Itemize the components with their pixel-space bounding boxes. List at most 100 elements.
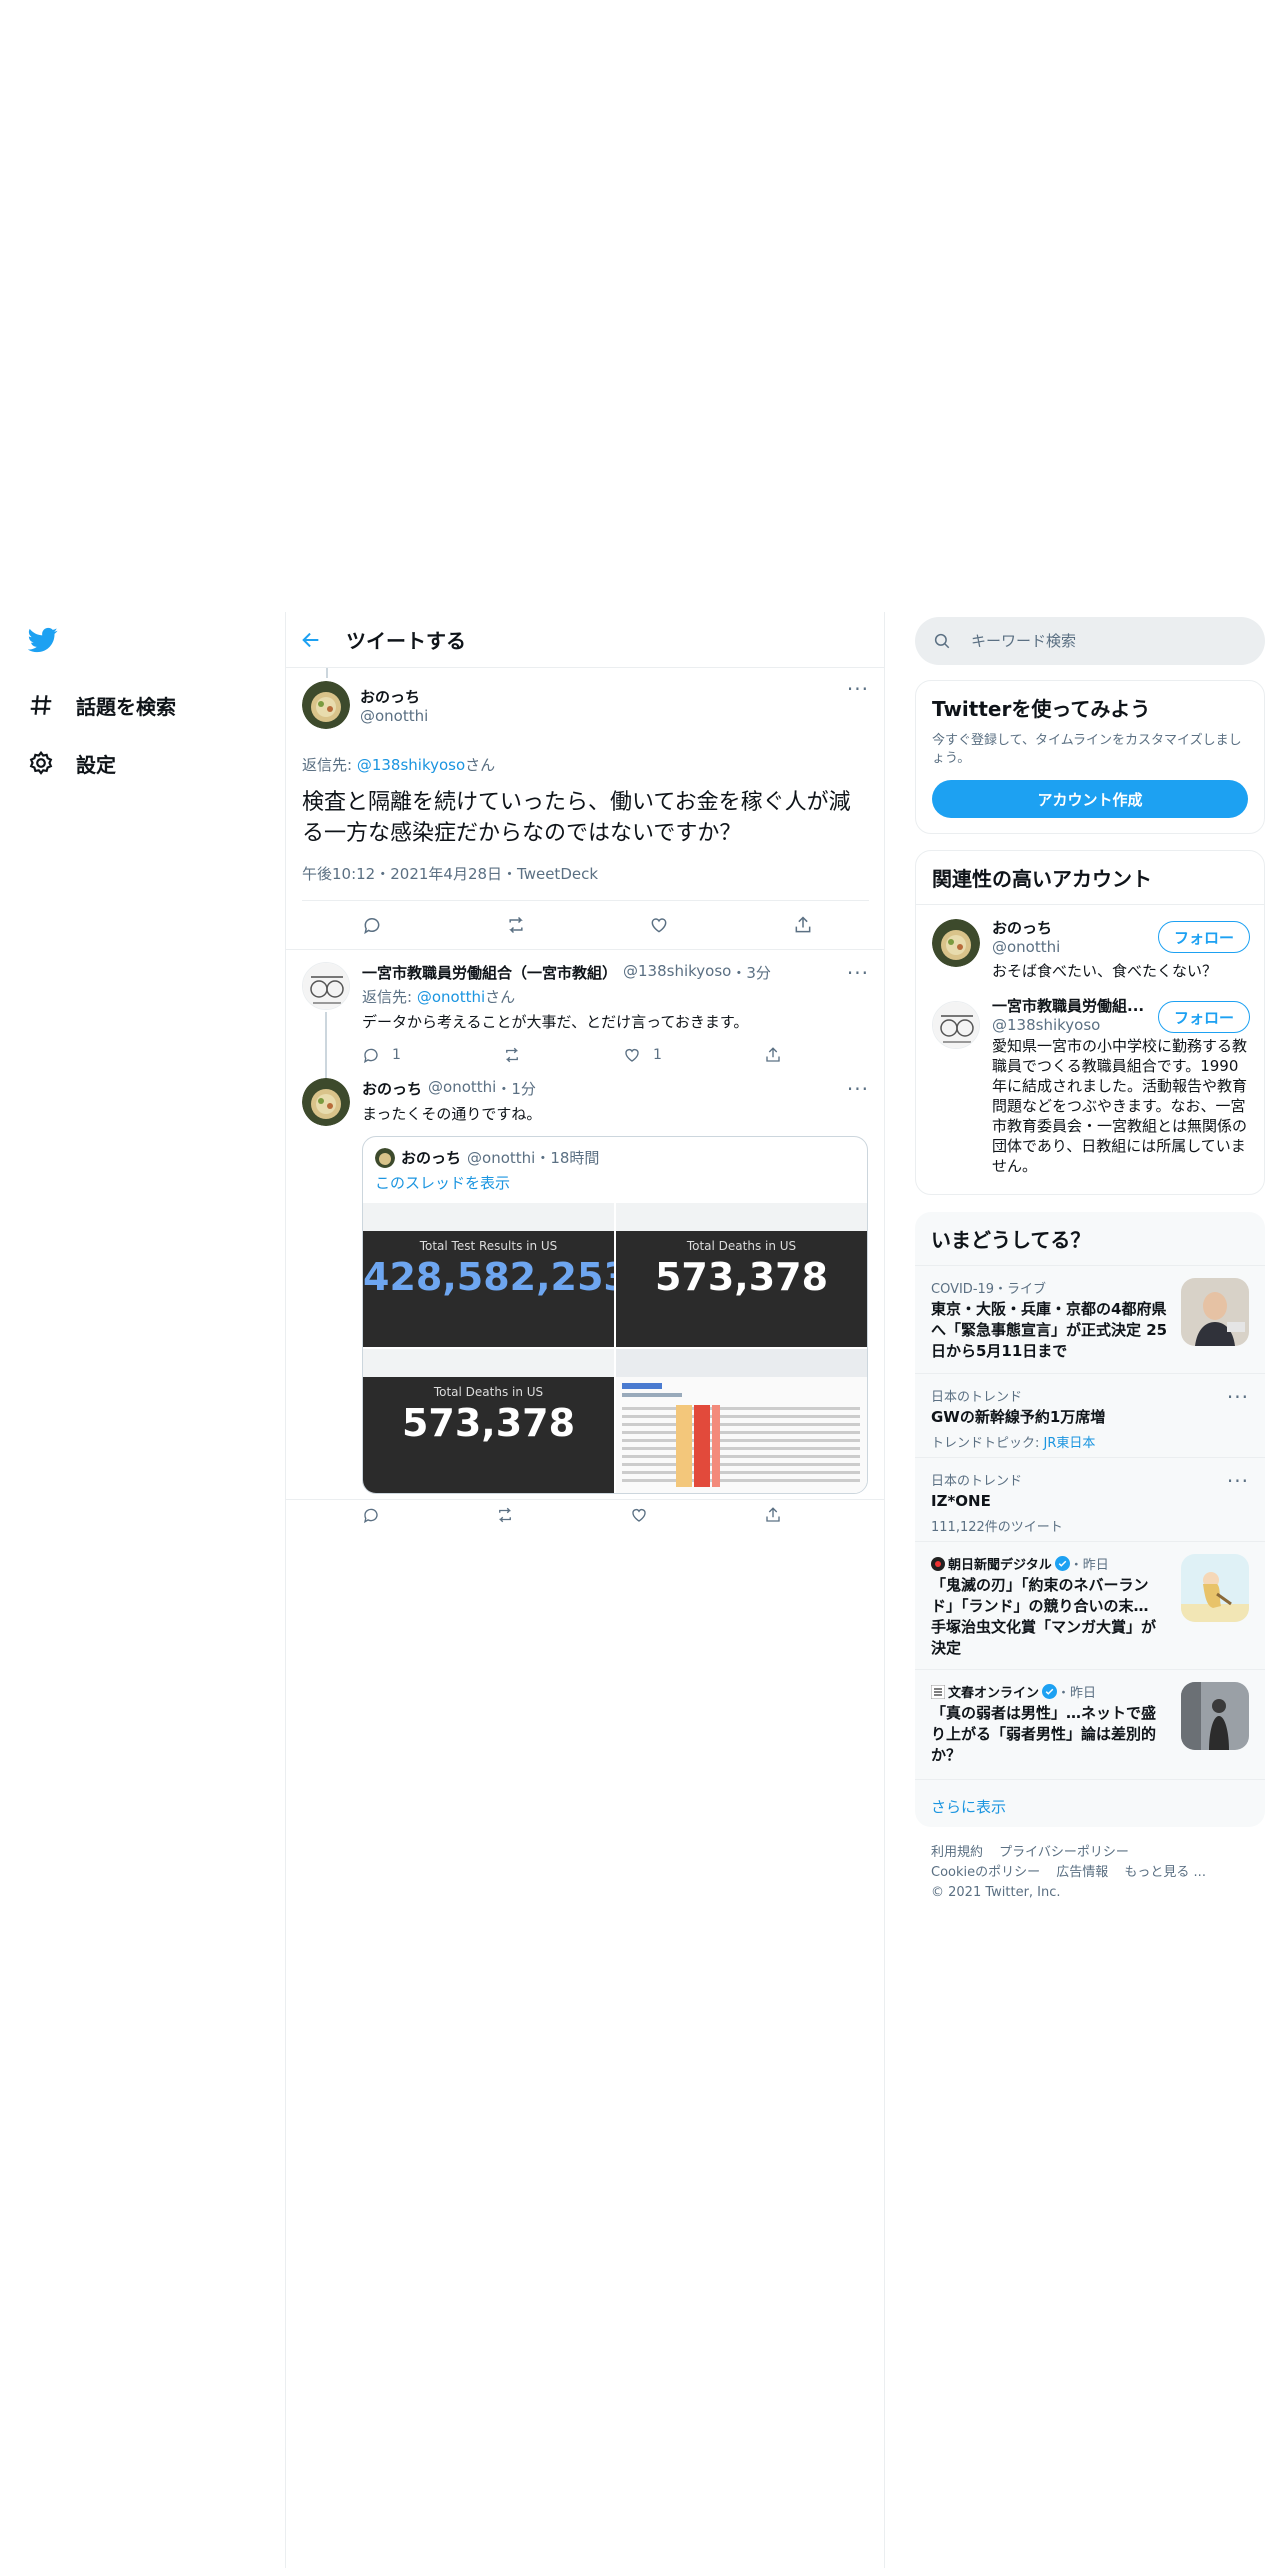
search-input[interactable]: [971, 632, 1251, 650]
author-handle[interactable]: @onotthi: [360, 707, 428, 725]
account-row[interactable]: おのっち @onotthi フォロー おそば食べたい、食べたくない？: [916, 904, 1264, 991]
nav-explore-label: 話題を検索: [76, 694, 176, 719]
ramen-avatar-icon: [302, 681, 350, 729]
account-name[interactable]: 一宮市教職員労働組...: [992, 995, 1152, 1016]
reply-to-link[interactable]: @onotthi: [417, 988, 485, 1006]
reply-tweet[interactable]: 一宮市教職員労働組合（一宮市教組） @138shikyoso ・ 3分 ··· …: [286, 950, 885, 1090]
more-options-icon[interactable]: ···: [1227, 1387, 1249, 1407]
trend-item[interactable]: 文春オンライン ・昨日 「真の弱者は男性」…ネットで盛り上がる「弱者男性」論は差…: [915, 1669, 1265, 1779]
trends-card: いまどうしてる？ COVID-19・ライブ 東京・大阪・兵庫・京都の4都府県へ「…: [915, 1212, 1265, 1827]
signup-card: Twitterを使ってみよう 今すぐ登録して、タイムラインをカスタマイズしましょ…: [915, 680, 1265, 834]
asahi-logo-icon: [931, 1556, 945, 1571]
image-label: Total Deaths in US: [433, 1385, 544, 1399]
reply-prefix: 返信先:: [362, 988, 417, 1006]
trend-title: IZ*ONE: [931, 1492, 991, 1510]
relevant-accounts-card: 関連性の高いアカウント おのっち @onotthi フォロー おそば食べたい、食…: [915, 850, 1265, 1195]
share-icon[interactable]: [764, 1506, 782, 1524]
footer-ads-link[interactable]: 広告情報: [1056, 1865, 1108, 1880]
more-options-icon[interactable]: ···: [847, 963, 869, 983]
show-thread-link[interactable]: このスレッドを表示: [363, 1168, 867, 1203]
twitter-logo[interactable]: [28, 618, 268, 662]
trend-sub: トレンドトピック: JR東日本: [931, 1432, 1249, 1451]
reply-suffix: さん: [485, 988, 516, 1006]
quote-avatar-icon: [375, 1147, 395, 1168]
trend-item[interactable]: 日本のトレンド GWの新幹線予約1万席増 トレンドトピック: JR東日本 ···: [915, 1373, 1265, 1457]
thread-line: [326, 668, 328, 678]
tweet-time[interactable]: 3分: [746, 962, 771, 983]
back-arrow-icon[interactable]: [300, 629, 322, 651]
tweet-text: 検査と隔離を続けていったら、働いてお金を稼ぐ人が減る一方な感染症だからなのではな…: [302, 790, 851, 846]
follow-button[interactable]: フォロー: [1158, 1001, 1250, 1033]
footer-terms-link[interactable]: 利用規約: [931, 1845, 983, 1860]
reply-context: 返信先: @138shikyosoさん: [302, 754, 869, 775]
retweet-icon[interactable]: [506, 915, 526, 935]
author-handle[interactable]: @138shikyoso: [623, 962, 731, 983]
focused-tweet: おのっち @onotthi ··· 返信先: @138shikyosoさん 検査…: [286, 668, 885, 950]
retweet-action[interactable]: [503, 1046, 521, 1064]
more-options-icon[interactable]: ···: [847, 1079, 869, 1099]
tweet-time[interactable]: 1分: [511, 1078, 536, 1099]
more-options-icon[interactable]: ···: [847, 679, 869, 699]
account-name[interactable]: おのっち: [992, 917, 1152, 938]
footer-more-link[interactable]: もっと見る ...: [1124, 1865, 1206, 1880]
show-more-link[interactable]: さらに表示: [915, 1779, 1265, 1827]
trend-source: 朝日新聞デジタル: [948, 1558, 1052, 1573]
tweet-text: データから考えることが大事だ、とだけ言っておきます。: [362, 1013, 749, 1031]
avatar[interactable]: [932, 919, 980, 967]
image-label: Total Deaths in US: [686, 1239, 797, 1253]
more-options-icon[interactable]: ···: [1227, 1471, 1249, 1491]
manga-illustration-icon: [1181, 1554, 1249, 1622]
account-handle[interactable]: @138shikyoso: [992, 1016, 1152, 1034]
signup-title: Twitterを使ってみよう: [932, 697, 1151, 721]
trend-item[interactable]: 朝日新聞デジタル ・昨日 「鬼滅の刃」「約束のネバーランド」「ランド」の競り合い…: [915, 1541, 1265, 1669]
follow-button[interactable]: フォロー: [1158, 921, 1250, 953]
reply-action[interactable]: 1: [362, 1046, 401, 1064]
reply-icon[interactable]: [362, 915, 382, 935]
share-action[interactable]: [764, 1046, 782, 1064]
like-action[interactable]: 1: [623, 1046, 662, 1064]
trend-sub-link[interactable]: JR東日本: [1044, 1436, 1096, 1451]
relevant-title: 関連性の高いアカウント: [932, 867, 1152, 891]
author-handle[interactable]: @onotthi: [428, 1078, 496, 1099]
bunshun-logo-icon: [931, 1684, 945, 1699]
author-name[interactable]: 一宮市教職員労働組合（一宮市教組）: [362, 962, 617, 983]
trend-item[interactable]: COVID-19・ライブ 東京・大阪・兵庫・京都の4都府県へ「緊急事態宣言」が正…: [915, 1265, 1265, 1373]
trend-item[interactable]: 日本のトレンド IZ*ONE 111,122件のツイート ···: [915, 1457, 1265, 1541]
share-icon[interactable]: [793, 915, 813, 935]
dashboard-image-deaths-2[interactable]: Total Deaths in US 573,378: [363, 1349, 614, 1493]
dashboard-image-test-results[interactable]: Total Test Results in US 428,582,253: [363, 1203, 614, 1347]
spreadsheet-icon: [622, 1383, 860, 1487]
street-photo-icon: [1181, 1682, 1249, 1750]
quoted-tweet[interactable]: おのっち @onotthi ・ 18時間 このスレッドを表示 Total Tes…: [362, 1136, 868, 1494]
avatar[interactable]: [302, 962, 350, 1010]
spreadsheet-image[interactable]: [616, 1349, 867, 1493]
trend-meta: 日本のトレンド: [931, 1390, 1023, 1405]
reply-to-link[interactable]: @138shikyoso: [357, 756, 465, 774]
signup-button[interactable]: アカウント作成: [932, 780, 1248, 818]
account-handle[interactable]: @onotthi: [992, 938, 1152, 956]
avatar[interactable]: [302, 681, 350, 729]
nav-explore[interactable]: 話題を検索: [28, 676, 268, 734]
search-bar[interactable]: [915, 617, 1265, 665]
author-name[interactable]: おのっち: [362, 1078, 422, 1099]
quote-author-name: おのっち: [401, 1149, 462, 1167]
like-icon[interactable]: [630, 1506, 648, 1524]
tweet-text: まったくその通りですね。: [362, 1105, 542, 1123]
footer-cookie-link[interactable]: Cookieのポリシー: [931, 1865, 1040, 1880]
quote-author-handle: @onotthi: [467, 1148, 536, 1167]
nav-settings[interactable]: 設定: [28, 734, 268, 792]
retweet-icon[interactable]: [496, 1506, 514, 1524]
reply-suffix: さん: [465, 756, 496, 774]
like-icon[interactable]: [649, 915, 669, 935]
avatar[interactable]: [302, 1078, 350, 1126]
avatar[interactable]: [932, 1001, 980, 1049]
account-bio: おそば食べたい、食べたくない？: [992, 962, 1218, 980]
author-name[interactable]: おのっち: [360, 686, 428, 707]
dashboard-image-deaths[interactable]: Total Deaths in US 573,378: [616, 1203, 867, 1347]
tweet-meta[interactable]: 午後10:12・2021年4月28日・TweetDeck: [302, 863, 869, 901]
trend-title: 東京・大阪・兵庫・京都の4都府県へ「緊急事態宣言」が正式決定 25日から5月11…: [931, 1300, 1168, 1360]
account-row[interactable]: 一宮市教職員労働組... @138shikyoso フォロー 愛知県一宮市の小中…: [916, 991, 1264, 1188]
reply-icon[interactable]: [362, 1506, 380, 1524]
footer-privacy-link[interactable]: プライバシーポリシー: [999, 1845, 1129, 1860]
self-reply-tweet[interactable]: おのっち @onotthi ・ 1分 ··· まったくその通りですね。 おのっち…: [286, 1078, 885, 1524]
